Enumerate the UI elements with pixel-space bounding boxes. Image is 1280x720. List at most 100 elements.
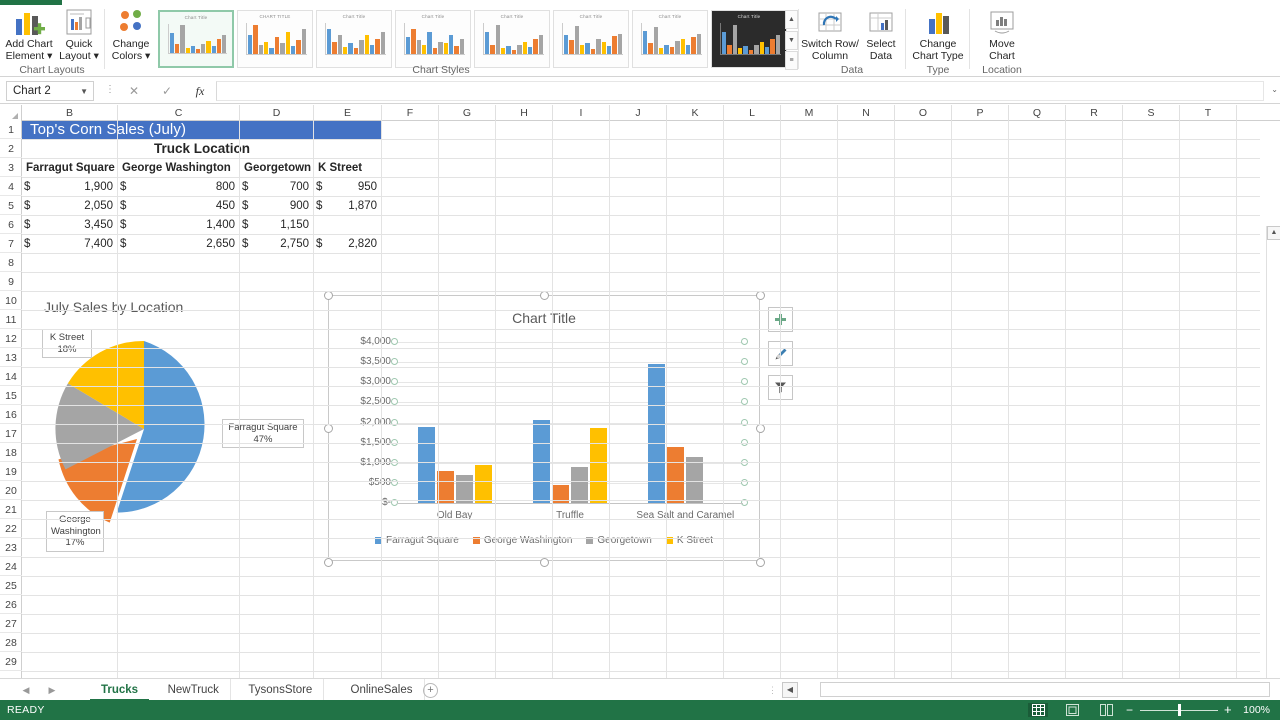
column-header-M[interactable]: M (781, 105, 838, 121)
selection-handle-tl[interactable] (324, 291, 333, 300)
bar-george-washington-sea-salt-and-caramel[interactable] (667, 446, 685, 503)
hscroll-left-arrow[interactable]: ◀ (782, 682, 798, 698)
zoom-out-button[interactable]: − (1126, 704, 1133, 716)
cell-B6[interactable]: $3,450 (22, 216, 118, 234)
formula-input[interactable] (216, 81, 1264, 101)
column-header-D[interactable]: D (240, 105, 314, 121)
column-header-R[interactable]: R (1066, 105, 1123, 121)
chart-style-thumbnail-4[interactable]: Chart Title (395, 10, 471, 68)
add-sheet-button[interactable]: + (423, 683, 438, 698)
bar-chart-object[interactable]: Chart Title $-$500$1,000$1,500$2,000$2,5… (324, 291, 765, 567)
row-header-16[interactable]: 16 (0, 406, 22, 424)
row-header-10[interactable]: 10 (0, 292, 22, 310)
tab-splitter[interactable]: ⋮ (768, 685, 777, 696)
chart-style-thumbnail-5[interactable]: Chart Title (474, 10, 550, 68)
cell-B7[interactable]: $7,400 (22, 235, 118, 253)
next-sheet-button[interactable]: ▶ (44, 683, 60, 697)
column-header-Q[interactable]: Q (1009, 105, 1066, 121)
column-header-F[interactable]: F (382, 105, 439, 121)
row-header-9[interactable]: 9 (0, 273, 22, 291)
row-header-23[interactable]: 23 (0, 539, 22, 557)
zoom-level-label[interactable]: 100% (1243, 704, 1270, 716)
column-header-N[interactable]: N (838, 105, 895, 121)
name-box[interactable]: Chart 2 ▼ (6, 81, 94, 101)
row-header-18[interactable]: 18 (0, 444, 22, 462)
column-header-P[interactable]: P (952, 105, 1009, 121)
name-box-dropdown-icon[interactable]: ▼ (80, 82, 88, 101)
sheet-tab-onlinesales[interactable]: OnlineSales (340, 679, 425, 701)
row-header-28[interactable]: 28 (0, 634, 22, 652)
legend-item-georgetown[interactable]: Georgetown (586, 535, 652, 546)
chart-styles-scroll[interactable]: ▲ ▼ ≡ (785, 10, 798, 70)
selection-handle-ml[interactable] (324, 424, 333, 433)
gridline-handle-right[interactable] (741, 378, 748, 386)
select-all-button[interactable] (0, 105, 22, 121)
gallery-scroll-down-button[interactable]: ▼ (785, 30, 798, 50)
column-header-O[interactable]: O (895, 105, 952, 121)
chart-style-thumbnail-8[interactable]: Chart Title (711, 10, 787, 68)
chart-style-thumbnail-3[interactable]: Chart Title (316, 10, 392, 68)
row-header-12[interactable]: 12 (0, 330, 22, 348)
cell-B5[interactable]: $2,050 (22, 197, 118, 215)
row-header-6[interactable]: 6 (0, 216, 22, 234)
prev-sheet-button[interactable]: ◀ (18, 683, 34, 697)
column-header-I[interactable]: I (553, 105, 610, 121)
row-header-27[interactable]: 27 (0, 615, 22, 633)
bar-k-street-truffle[interactable] (590, 427, 607, 503)
gridline-handle-right[interactable] (741, 478, 748, 486)
legend-item-george-washington[interactable]: George Washington (472, 535, 572, 546)
row-header-8[interactable]: 8 (0, 254, 22, 272)
scroll-up-arrow[interactable]: ▲ (1267, 226, 1280, 240)
quick-layout-button[interactable]: Quick Layout ▾ (56, 7, 102, 62)
pie-label-george-washington[interactable]: George Washington 17% (46, 511, 104, 552)
cell-B2-subtitle[interactable]: Truck Location (22, 140, 382, 158)
zoom-in-button[interactable]: + (1224, 703, 1232, 716)
cell-D6[interactable]: $1,150 (240, 216, 314, 234)
pie-chart-object[interactable]: July Sales by Location K Street 18% Farr… (22, 297, 332, 557)
row-header-11[interactable]: 11 (0, 311, 22, 329)
row-header-5[interactable]: 5 (0, 197, 22, 215)
cell-E7[interactable]: $2,820 (314, 235, 382, 253)
cell-E5[interactable]: $1,870 (314, 197, 382, 215)
column-header-H[interactable]: H (496, 105, 553, 121)
chart-style-thumbnail-1[interactable]: Chart Title (158, 10, 234, 68)
row-header-19[interactable]: 19 (0, 463, 22, 481)
selection-handle-mr[interactable] (756, 424, 765, 433)
bar-k-street-old-bay[interactable] (474, 464, 492, 503)
column-header-C[interactable]: C (118, 105, 240, 121)
row-header-14[interactable]: 14 (0, 368, 22, 386)
gallery-scroll-up-button[interactable]: ▲ (785, 10, 798, 29)
selection-handle-tr[interactable] (756, 291, 765, 300)
column-header-B[interactable]: B (22, 105, 118, 121)
chart-styles-gallery[interactable]: Chart Title CHART TITLE Chart Title Chart T… (158, 10, 787, 70)
bar-georgetown-old-bay[interactable] (455, 474, 473, 503)
column-header-K[interactable]: K (667, 105, 724, 121)
formula-bar-overflow-icon[interactable]: ⋮ (105, 84, 115, 95)
row-header-25[interactable]: 25 (0, 577, 22, 595)
pie-label-k-street[interactable]: K Street 18% (42, 329, 92, 358)
row-header-2[interactable]: 2 (0, 140, 22, 158)
cell-C6[interactable]: $1,400 (118, 216, 240, 234)
row-header-7[interactable]: 7 (0, 235, 22, 253)
bar-chart-legend[interactable]: Farragut Square George Washington Georgeto… (329, 535, 759, 546)
change-chart-type-button[interactable]: Change Chart Type (909, 7, 967, 62)
gridline-handle-left[interactable] (391, 378, 398, 386)
row-header-4[interactable]: 4 (0, 178, 22, 196)
switch-row-column-button[interactable]: Switch Row/ Column (800, 7, 860, 62)
sheet-tab-newtruck[interactable]: NewTruck (157, 679, 231, 701)
sheet-tab-trucks[interactable]: Trucks (90, 679, 150, 701)
legend-item-k-street[interactable]: K Street (665, 535, 713, 546)
cell-B4[interactable]: $1,900 (22, 178, 118, 196)
bar-chart-title[interactable]: Chart Title (329, 310, 759, 326)
page-layout-view-button[interactable] (1062, 703, 1082, 717)
sheet-tab-tysonsstore[interactable]: TysonsStore (237, 679, 325, 701)
cell-area[interactable]: Top's Corn Sales (July) Truck Location F… (22, 121, 1260, 678)
row-header-26[interactable]: 26 (0, 596, 22, 614)
add-chart-element-button[interactable]: Add Chart Element ▾ (2, 7, 56, 62)
gridline-handle-left[interactable] (391, 358, 398, 366)
insert-function-icon[interactable]: fx (188, 82, 212, 100)
chart-style-thumbnail-7[interactable]: Chart Title (632, 10, 708, 68)
column-header-L[interactable]: L (724, 105, 781, 121)
cell-C5[interactable]: $450 (118, 197, 240, 215)
bar-georgetown-truffle[interactable] (571, 466, 588, 503)
